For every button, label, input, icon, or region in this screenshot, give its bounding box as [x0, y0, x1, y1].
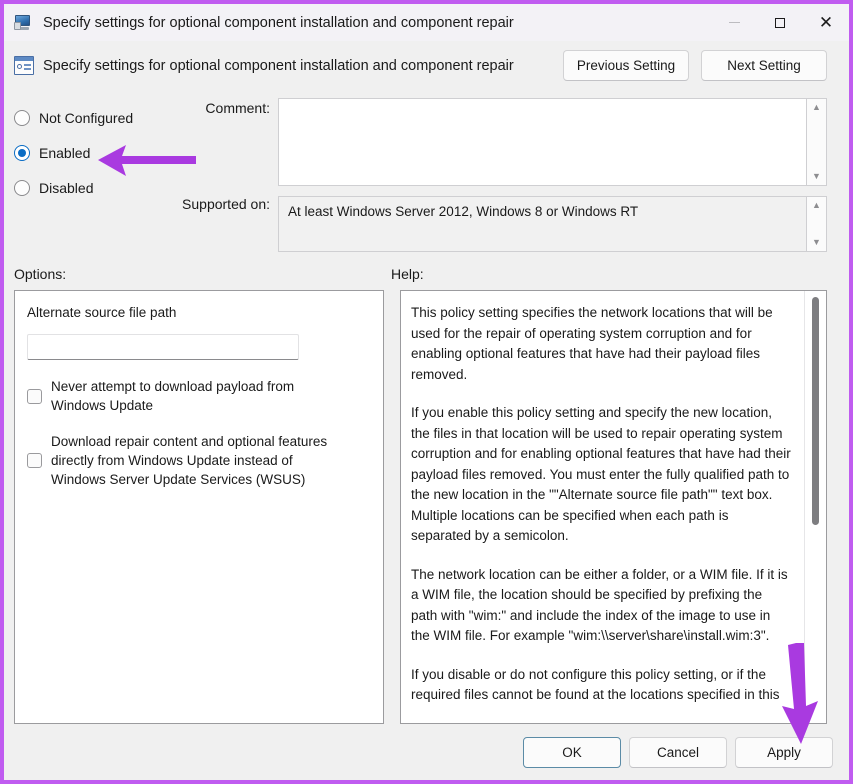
minimize-icon [728, 22, 740, 23]
options-panel: Alternate source file path Never attempt… [14, 290, 384, 724]
comment-textarea[interactable] [278, 98, 807, 186]
setting-name: Specify settings for optional component … [43, 57, 514, 74]
scroll-down-icon[interactable]: ▼ [812, 172, 821, 181]
radio-not-configured[interactable]: Not Configured [14, 100, 166, 135]
help-paragraph: If you disable or do not configure this … [411, 666, 780, 703]
help-panel-wrapper: This policy setting specifies the networ… [400, 290, 827, 724]
checkbox-never-download-payload-label: Never attempt to download payload from W… [51, 379, 295, 413]
options-section-label: Options: [14, 266, 67, 282]
help-paragraph: The network location can be either a fol… [411, 566, 788, 644]
window-title: Specify settings for optional component … [43, 14, 514, 31]
policy-monitor-icon [14, 13, 33, 32]
checkbox-download-from-windows-update[interactable]: Download repair content and optional fea… [27, 432, 371, 489]
dialog-footer: OK Cancel Apply [4, 724, 849, 780]
help-section-label: Help: [391, 266, 424, 282]
previous-setting-button[interactable]: Previous Setting [563, 50, 689, 81]
radio-enabled[interactable]: Enabled [14, 135, 166, 170]
radio-disabled-indicator [14, 179, 30, 196]
state-section: Not Configured Enabled Disabled Comment:… [4, 90, 849, 258]
maximize-icon [775, 17, 785, 28]
close-icon: ✕ [818, 13, 834, 32]
panel-labels-row: Options: Help: [4, 258, 849, 290]
scroll-up-icon[interactable]: ▲ [812, 201, 821, 210]
help-paragraph: This policy setting specifies the networ… [411, 305, 773, 382]
scroll-down-icon[interactable]: ▼ [812, 238, 821, 247]
comment-row: ▲ ▼ [278, 98, 827, 186]
help-scrollbar-thumb[interactable] [812, 297, 819, 525]
radio-disabled-label: Disabled [39, 179, 94, 196]
comment-label: Comment: [205, 100, 270, 116]
help-scrollbar[interactable] [804, 291, 826, 723]
scroll-up-icon[interactable]: ▲ [812, 103, 821, 112]
comment-scrollbar[interactable]: ▲ ▼ [807, 98, 827, 186]
checkbox-never-download-payload-indicator [27, 388, 42, 404]
radio-enabled-indicator [14, 144, 30, 161]
policy-setting-icon [14, 56, 34, 75]
field-labels-column: Comment: Supported on: [166, 98, 278, 258]
radio-not-configured-indicator [14, 109, 30, 126]
policy-setting-dialog: Specify settings for optional component … [0, 0, 853, 784]
help-paragraph: If you enable this policy setting and sp… [411, 405, 791, 543]
supported-on-value: At least Windows Server 2012, Windows 8 … [278, 196, 807, 252]
title-bar: Specify settings for optional component … [4, 4, 849, 41]
panel-gap [384, 290, 400, 724]
ok-button[interactable]: OK [523, 736, 621, 768]
help-panel: This policy setting specifies the networ… [401, 291, 804, 723]
close-button[interactable]: ✕ [803, 4, 849, 41]
alternate-source-file-path-label: Alternate source file path [27, 305, 177, 320]
maximize-button[interactable] [757, 4, 803, 41]
checkbox-download-from-windows-update-label: Download repair content and optional fea… [51, 434, 328, 487]
cancel-button[interactable]: Cancel [629, 736, 727, 768]
field-values-column: ▲ ▼ At least Windows Server 2012, Window… [278, 98, 827, 258]
checkbox-download-from-windows-update-indicator [27, 453, 42, 468]
radio-not-configured-label: Not Configured [39, 109, 134, 126]
supported-on-row: At least Windows Server 2012, Windows 8 … [278, 186, 827, 252]
setting-header: Specify settings for optional component … [4, 41, 849, 90]
alternate-source-file-path-input[interactable] [27, 334, 299, 360]
panels-row: Alternate source file path Never attempt… [4, 290, 849, 724]
supported-on-label: Supported on: [182, 196, 270, 212]
radio-disabled[interactable]: Disabled [14, 170, 166, 205]
checkbox-never-download-payload[interactable]: Never attempt to download payload from W… [27, 377, 371, 415]
minimize-button[interactable] [711, 4, 757, 41]
window-controls: ✕ [711, 4, 849, 41]
policy-state-radio-group: Not Configured Enabled Disabled [14, 98, 166, 258]
supported-on-scrollbar[interactable]: ▲ ▼ [807, 196, 827, 252]
apply-button[interactable]: Apply [735, 736, 833, 768]
radio-enabled-label: Enabled [39, 144, 91, 161]
next-setting-button[interactable]: Next Setting [701, 50, 827, 81]
